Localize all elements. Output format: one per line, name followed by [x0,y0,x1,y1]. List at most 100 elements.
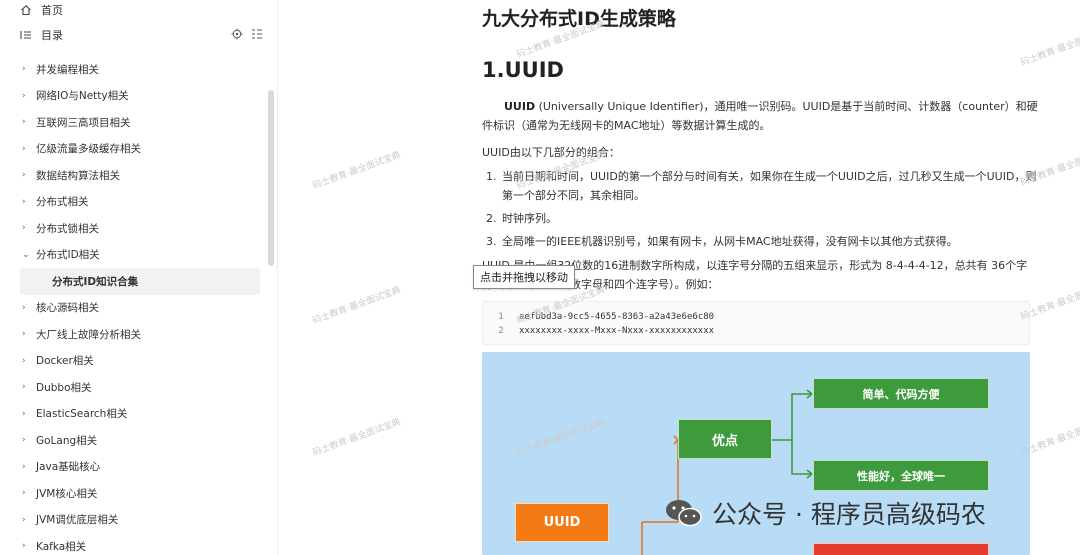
chevron-right-icon: › [22,514,26,525]
code-line-text: xxxxxxxx-xxxx-Mxxx-Nxxx-xxxxxxxxxxxx [519,326,715,336]
chevron-right-icon: › [22,196,26,207]
toc-item-label: JVM调优底层相关 [36,514,119,527]
wechat-watermark: 公众号 · 程序员高级码农 [664,495,986,531]
chevron-right-icon: › [22,488,26,499]
toc-item[interactable]: › 大厂线上故障分析相关 [0,321,268,348]
toc-item-label: Java基础核心 [36,461,101,474]
toc-item[interactable]: › 分布式锁相关 [0,215,268,242]
toc-item[interactable]: › ElasticSearch相关 [0,401,268,428]
toc-item[interactable]: ⌄ 分布式ID相关 [0,242,268,269]
composition-text: UUID由以下几部分的组合： [482,146,620,159]
intro-bold: UUID [504,100,536,113]
locate-icon[interactable] [231,28,243,40]
toc-item-label: 数据结构算法相关 [36,169,120,182]
toc-item-label: JVM核心相关 [36,487,98,500]
composition-list: 1. 当前日期和时间，UUID的第一个部分与时间有关，如果你在生成一个UUID之后… [486,167,1038,255]
toc-item-label: Docker相关 [36,355,94,368]
toc-item-label: 分布式锁相关 [36,222,99,235]
watermark: 码士教育·最全面试宝典 [1019,27,1080,69]
section-heading: 1.UUID [482,58,564,82]
chevron-right-icon: › [22,435,26,446]
home-link[interactable]: 首页 [0,0,277,20]
watermark: 码士教育·最全面试宝典 [311,285,403,327]
wechat-text: 公众号 · 程序员高级码农 [712,500,986,529]
pro-simple-node: 简单、代码方便 [813,378,989,409]
intro-text: (Universally Unique Identifier)，通用唯一识别码。… [482,100,1038,132]
list-icon [20,30,32,40]
list-item: 3. 全局唯一的IEEE机器识别号，如果有网卡，从网卡MAC地址获得，没有网卡以其… [486,232,1038,251]
toc-item[interactable]: › 数据结构算法相关 [0,162,268,189]
toc-item-label: 核心源码相关 [36,302,99,315]
drag-tooltip: 点击并拖拽以移动 [473,265,575,289]
toc-item-label: Dubbo相关 [36,381,92,394]
cons-node [813,543,989,555]
toc-item[interactable]: › Docker相关 [0,348,268,375]
toc-item[interactable]: › GoLang相关 [0,427,268,454]
chevron-right-icon: › [22,461,26,472]
pros-node: 优点 [678,419,772,459]
collapse-all-icon[interactable] [251,28,263,40]
watermark: 码士教育·最全面试宝典 [311,150,403,192]
chevron-right-icon: › [22,170,26,181]
uuid-node: UUID [515,503,609,542]
toc-item-label: GoLang相关 [36,434,98,447]
chevron-down-icon: ⌄ [22,249,30,260]
toc-item[interactable]: › Java基础核心 [0,454,268,481]
code-line: 2 xxxxxxxx-xxxx-Mxxx-Nxxx-xxxxxxxxxxxx [483,324,1029,338]
chevron-right-icon: › [22,541,26,552]
chevron-right-icon: › [22,64,26,75]
toc-item[interactable]: › 互联网三高项目相关 [0,109,268,136]
toc-item-label: 分布式相关 [36,196,89,209]
chevron-right-icon: › [22,223,26,234]
toc-header: 目录 [0,20,277,50]
chevron-right-icon: › [22,382,26,393]
toc-item[interactable]: › 并发编程相关 [0,56,268,83]
toc-list: › 并发编程相关 › 网络IO与Netty相关 › 互联网三高项目相关 › 亿级流量多级缓存相… [0,56,268,555]
toc-item[interactable]: 分布式ID知识合集 [20,268,260,295]
chevron-right-icon: › [22,302,26,313]
list-number: 1. [486,170,497,183]
home-label: 首页 [41,4,63,17]
list-text: 当前日期和时间，UUID的第一个部分与时间有关，如果你在生成一个UUID之后，过… [502,170,1037,202]
toc-item[interactable]: › JVM核心相关 [0,480,268,507]
wechat-icon [664,498,704,528]
list-item: 2. 时钟序列。 [486,209,1038,228]
chevron-right-icon: › [22,143,26,154]
list-text: 时钟序列。 [502,212,557,225]
toc-item-label: 分布式ID相关 [36,249,100,262]
intro-paragraph: UUID (Universally Unique Identifier)，通用唯… [482,97,1038,135]
chevron-right-icon: › [22,329,26,340]
toc-item-label: Kafka相关 [36,540,87,553]
sidebar: 首页 目录 › 并发编程相关 › 网络IO与Netty相关 › 互联网三高项目相关 › 亿级流… [0,0,278,555]
toc-item[interactable]: › 网络IO与Netty相关 [0,83,268,110]
toc-item-label: 大厂线上故障分析相关 [36,328,141,341]
sidebar-scrollbar[interactable] [268,90,274,266]
chevron-right-icon: › [22,408,26,419]
toc-item[interactable]: › Kafka相关 [0,533,268,555]
main-content: 九大分布式ID生成策略 1.UUID UUID (Universally Uni… [278,0,1080,555]
toc-item-label: ElasticSearch相关 [36,408,128,421]
code-line: 1 aefbbd3a-9cc5-4655-8363-a2a43e6e6c80 [483,310,1029,324]
code-line-number: 2 [498,326,504,336]
connector-pro2 [791,440,812,475]
toc-item[interactable]: › 分布式相关 [0,189,268,216]
toc-item-label: 亿级流量多级缓存相关 [36,143,141,156]
toc-item-label: 网络IO与Netty相关 [36,90,129,103]
list-text: 全局唯一的IEEE机器识别号，如果有网卡，从网卡MAC地址获得，没有网卡以其他方… [502,235,958,248]
toc-item[interactable]: › 核心源码相关 [0,295,268,322]
toc-item[interactable]: › Dubbo相关 [0,374,268,401]
connector-pro1 [772,393,812,441]
toc-item[interactable]: › JVM调优底层相关 [0,507,268,534]
chevron-right-icon: › [22,355,26,366]
watermark: 码士教育·最全面试宝典 [311,417,403,459]
pro-performance-node: 性能好，全球唯一 [813,460,989,491]
toc-item-label: 并发编程相关 [36,63,99,76]
toc-label: 目录 [41,29,63,42]
home-icon [20,4,32,16]
toc-item[interactable]: › 亿级流量多级缓存相关 [0,136,268,163]
chevron-right-icon: › [22,90,26,101]
list-number: 3. [486,235,497,248]
toc-item-label: 互联网三高项目相关 [36,116,131,129]
chevron-right-icon: › [22,117,26,128]
toc-item-label: 分布式ID知识合集 [52,275,139,288]
